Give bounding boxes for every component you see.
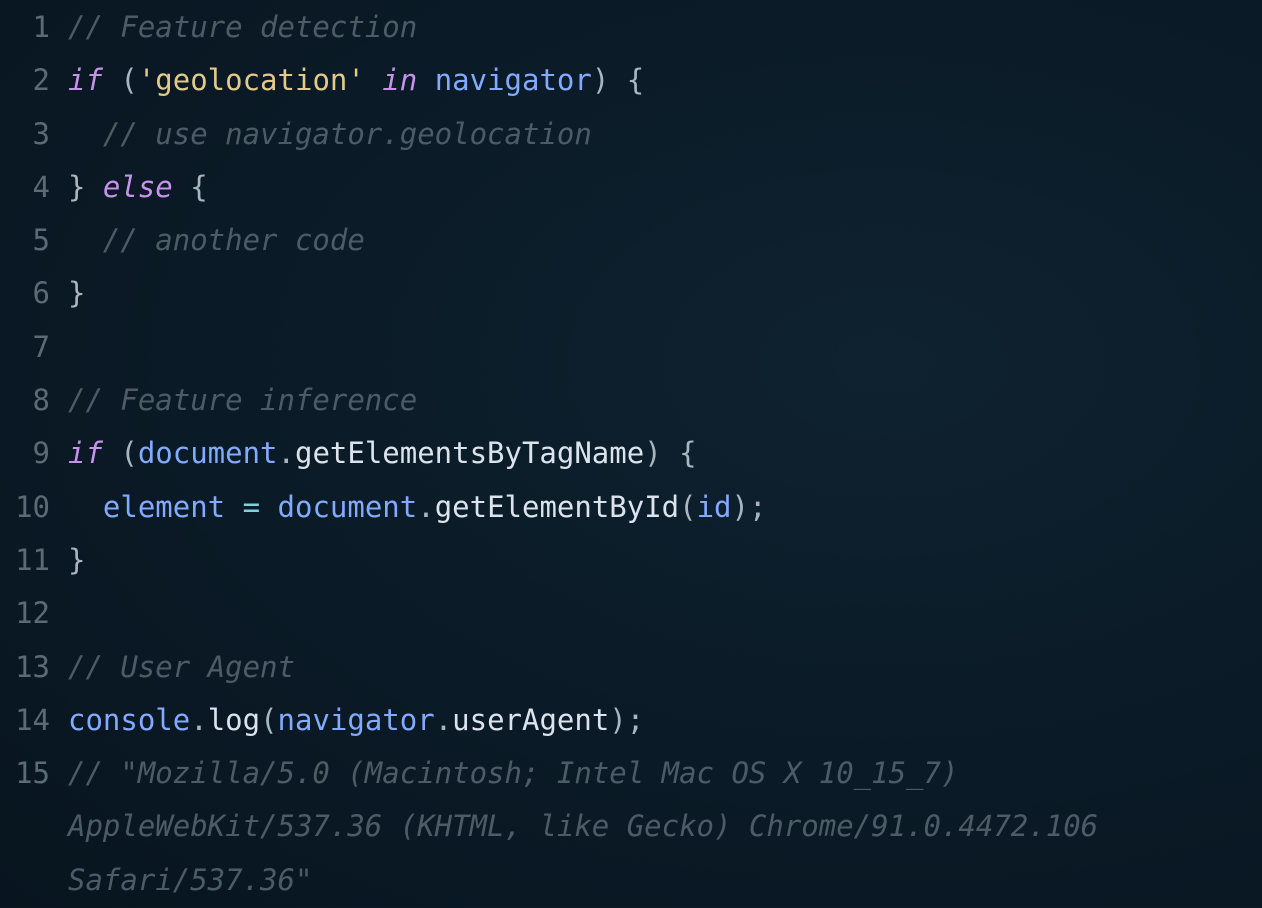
line-number: 2 [32, 63, 50, 98]
code-token: if [68, 436, 103, 471]
code-token: userAgent [452, 702, 610, 737]
code-token: { [172, 169, 208, 204]
code-line[interactable]: 3 // use navigator.geolocation [0, 108, 1262, 161]
code-line[interactable]: 11} [0, 534, 1262, 587]
line-number: 8 [32, 383, 50, 418]
line-number: 14 [15, 702, 50, 737]
code-line[interactable]: 14 console.log(navigator.userAgent); [0, 694, 1262, 747]
code-token: // Feature inference [68, 383, 418, 418]
code-line[interactable]: 12 [0, 587, 1262, 640]
code-text: AppleWebKit/537.36 (KHTML, like Gecko) C… [68, 800, 1098, 853]
line-number: 3 [32, 116, 50, 151]
line-number: 12 [15, 596, 50, 631]
code-token: . [190, 702, 208, 737]
code-token: ( [102, 63, 138, 98]
code-token: navigator [277, 702, 435, 737]
code-text: if (document.getElementsByTagName) { [68, 427, 697, 480]
code-token: Safari/537.36" [68, 862, 313, 897]
code-token: else [102, 169, 173, 204]
code-token: getElementsByTagName [295, 436, 645, 471]
code-line[interactable]: 15 // "Mozilla/5.0 (Macintosh; Intel Mac … [0, 747, 1262, 800]
code-text: // Feature inference [68, 374, 417, 427]
code-line[interactable]: 6} [0, 267, 1262, 320]
code-token: if [68, 63, 103, 98]
code-text: console.log(navigator.userAgent); [68, 694, 644, 747]
code-token: // "Mozilla/5.0 (Macintosh; Intel Mac OS… [68, 756, 959, 791]
code-token: ) { [644, 436, 697, 471]
code-text: Safari/537.36" [68, 854, 312, 907]
code-token: . [277, 436, 295, 471]
code-line[interactable]: 5 // another code [0, 214, 1262, 267]
code-token: = [225, 489, 278, 524]
code-editor[interactable]: 1 // Feature detection 2 if ('geolocation' … [0, 0, 1262, 908]
code-text: // "Mozilla/5.0 (Macintosh; Intel Mac OS… [68, 747, 958, 800]
line-number: 6 [32, 276, 50, 311]
code-text: // Feature detection [68, 1, 417, 54]
code-token: console [68, 702, 191, 737]
code-line[interactable]: 4} else { [0, 161, 1262, 214]
code-line[interactable]: 8 // Feature inference [0, 374, 1262, 427]
code-token: // another code [68, 223, 365, 258]
code-token: document [277, 489, 418, 524]
code-text: } [68, 267, 85, 320]
line-number: 7 [32, 329, 50, 364]
code-token: element [102, 489, 226, 524]
code-line[interactable]: 2 if ('geolocation' in navigator) { [0, 54, 1262, 107]
code-token: ); [731, 489, 767, 524]
code-text: // use navigator.geolocation [68, 108, 592, 161]
code-token: . [417, 489, 435, 524]
code-text: // another code [68, 214, 365, 267]
line-number: 15 [15, 756, 50, 791]
code-line[interactable]: 10 element = document.getElementById(id)… [0, 481, 1262, 534]
code-token: ); [609, 702, 645, 737]
code-token: id [696, 489, 732, 524]
code-line[interactable]: 7 [0, 321, 1262, 374]
line-number: 1 [32, 10, 50, 44]
code-text: if ('geolocation' in navigator) { [68, 54, 644, 107]
line-number: 9 [32, 436, 50, 471]
code-line[interactable]: 13 // User Agent [0, 641, 1262, 694]
code-token: log [207, 702, 261, 737]
code-token: document [137, 436, 278, 471]
code-token: ( [679, 489, 697, 524]
code-token: 'geolocation' [137, 63, 365, 98]
code-line[interactable]: 9 if (document.getElementsByTagName) { [0, 427, 1262, 480]
line-number: 4 [32, 169, 50, 204]
line-number: 10 [15, 489, 50, 524]
code-token: } [68, 276, 86, 311]
line-number: 5 [32, 223, 50, 258]
code-line[interactable]: AppleWebKit/537.36 (KHTML, like Gecko) C… [0, 800, 1262, 853]
code-token: } [68, 542, 86, 577]
line-number: 13 [15, 649, 50, 684]
code-token: // Feature detection [68, 10, 418, 44]
code-token: ( [260, 702, 278, 737]
code-text: // User Agent [68, 641, 295, 694]
code-token: // use navigator.geolocation [68, 116, 592, 151]
code-token: ( [102, 436, 138, 471]
code-token: ) { [591, 63, 645, 98]
code-token: . [434, 702, 453, 737]
code-token: AppleWebKit/537.36 (KHTML, like Gecko) C… [68, 809, 1099, 844]
code-text: element = document.getElementById(id); [68, 481, 767, 534]
code-line[interactable]: Safari/537.36" [0, 854, 1262, 907]
code-text: } [68, 534, 85, 587]
code-text: } else { [68, 161, 208, 214]
code-token: getElementById [434, 489, 680, 524]
code-token: } [68, 169, 103, 204]
code-token: navigator [434, 63, 592, 98]
code-token: in [382, 63, 418, 98]
line-number: 11 [15, 542, 50, 577]
code-line[interactable]: 1 // Feature detection [0, 1, 1262, 54]
code-token: // User Agent [68, 649, 295, 684]
